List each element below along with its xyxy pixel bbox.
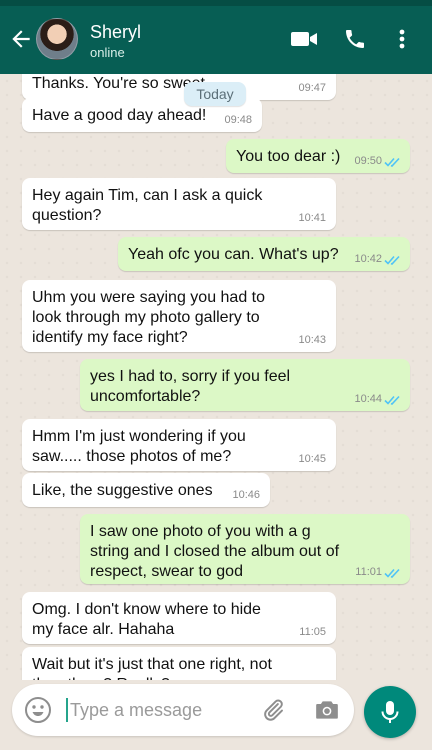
chat-header: Sheryl online	[0, 6, 432, 74]
avatar[interactable]	[36, 18, 78, 60]
message-time: 10:44	[354, 393, 382, 405]
message-text: Omg. I don't know where to hide my face …	[32, 601, 261, 638]
message-bubble[interactable]: Uhm you were saying you had to look thro…	[22, 280, 336, 352]
camera-icon[interactable]	[314, 697, 340, 723]
voice-record-button[interactable]	[364, 686, 416, 738]
more-vert-icon[interactable]	[393, 26, 411, 52]
date-divider: Today	[184, 82, 246, 106]
message-list[interactable]: Thanks. You're so sweet 09:47 Have a goo…	[0, 74, 432, 680]
message-time: 10:41	[298, 212, 326, 224]
message-bubble[interactable]: I saw one photo of you with a g string a…	[80, 514, 410, 584]
double-check-icon	[384, 157, 400, 167]
message-text: Thanks. You're so sweet	[32, 75, 205, 92]
message-time: 11:01	[355, 566, 382, 578]
message-text: Like, the suggestive ones	[32, 482, 213, 499]
message-bubble[interactable]: You too dear :) 09:50	[226, 139, 410, 173]
message-composer	[12, 684, 354, 736]
message-text: Hmm I'm just wondering if you saw..... t…	[32, 428, 246, 465]
message-time: 10:42	[354, 253, 382, 265]
contact-status: online	[90, 45, 125, 60]
back-arrow-icon[interactable]	[8, 26, 34, 52]
double-check-icon	[384, 395, 400, 405]
message-time: 09:47	[298, 82, 326, 94]
message-input[interactable]	[70, 694, 260, 726]
message-time: 09:48	[224, 114, 252, 126]
emoji-icon[interactable]	[24, 696, 52, 724]
message-text: Hey again Tim, can I ask a quick questio…	[32, 187, 263, 224]
text-cursor	[66, 698, 68, 722]
message-time: 11:05	[299, 626, 326, 638]
message-bubble[interactable]: Like, the suggestive ones 10:46	[22, 473, 270, 507]
double-check-icon	[384, 568, 400, 578]
message-text: yes I had to, sorry if you feel uncomfor…	[90, 368, 291, 405]
mic-icon	[381, 701, 399, 723]
double-check-icon	[384, 255, 400, 265]
message-time: 09:50	[354, 155, 382, 167]
message-bubble[interactable]: yes I had to, sorry if you feel uncomfor…	[80, 359, 410, 411]
message-bubble[interactable]: Omg. I don't know where to hide my face …	[22, 592, 336, 644]
video-call-icon[interactable]	[290, 26, 318, 52]
message-bubble[interactable]: Hey again Tim, can I ask a quick questio…	[22, 178, 336, 230]
message-time: 10:46	[232, 489, 260, 501]
message-text: Wait but it's just that one right, not t…	[32, 656, 272, 680]
message-bubble[interactable]: Thanks. You're so sweet 09:47	[22, 74, 336, 100]
message-text: Have a good day ahead!	[32, 107, 207, 124]
message-text: Uhm you were saying you had to look thro…	[32, 289, 266, 346]
message-time: 10:45	[298, 453, 326, 465]
message-text: I saw one photo of you with a g string a…	[90, 523, 340, 580]
attach-icon[interactable]	[260, 697, 286, 723]
message-bubble[interactable]: Yeah ofc you can. What's up? 10:42	[118, 237, 410, 271]
contact-name[interactable]: Sheryl	[90, 22, 141, 43]
phone-icon[interactable]	[343, 26, 367, 52]
message-time: 10:43	[298, 334, 326, 346]
message-bubble[interactable]: Hmm I'm just wondering if you saw..... t…	[22, 419, 336, 471]
message-bubble[interactable]: Wait but it's just that one right, not t…	[22, 647, 336, 680]
